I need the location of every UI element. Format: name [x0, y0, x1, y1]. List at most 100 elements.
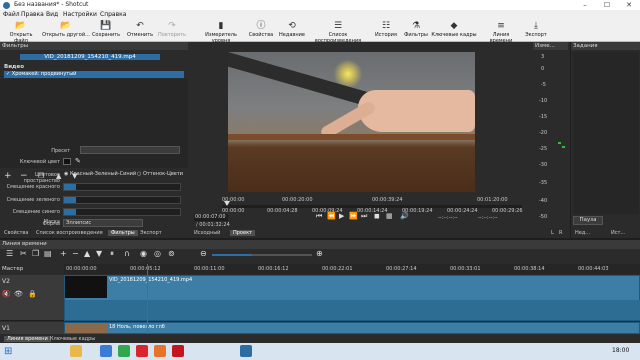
track-v2: VID_20181209_154210_419.mp4	[64, 275, 640, 321]
undo-icon: ↶	[136, 21, 144, 31]
level-meter-button[interactable]: ▮ Измеритель уровня	[196, 20, 246, 44]
skip-start-icon[interactable]: ⏮	[316, 212, 322, 221]
rewind-icon[interactable]: ⏪	[327, 212, 336, 220]
zoom-slider[interactable]	[212, 254, 312, 256]
taskbar-explorer-icon[interactable]	[70, 345, 82, 357]
redo-button[interactable]: ↷ Повторить	[157, 20, 187, 42]
lift-icon[interactable]: ▲	[84, 249, 90, 258]
copy-icon[interactable]: ❐	[32, 249, 39, 258]
open-file-button[interactable]: 📂 Открыть файл	[2, 20, 40, 44]
minimize-icon[interactable]: –	[574, 0, 596, 10]
visibility-icon[interactable]: 👁	[14, 290, 23, 298]
tab-keyframes[interactable]: Ключевые кадры	[50, 336, 95, 342]
timeline-playhead[interactable]	[147, 264, 148, 334]
tab-export[interactable]: Экспорт	[140, 230, 162, 236]
close-icon[interactable]: ✕	[618, 0, 640, 10]
form-select[interactable]: Эллипсис	[63, 219, 143, 227]
snap-icon[interactable]: ∩	[124, 249, 130, 258]
volume-icon[interactable]: 🔊	[400, 212, 409, 220]
filter-clip-name: VID_20181209_154210_419.mp4	[20, 54, 160, 60]
append-icon[interactable]: +	[60, 249, 67, 258]
filter-list-area	[0, 79, 188, 168]
tab-filters[interactable]: Фильтры	[108, 230, 138, 236]
preset-select[interactable]	[80, 146, 180, 154]
menu-icon[interactable]: ☰	[6, 249, 13, 258]
play-icon[interactable]: ▶	[339, 212, 344, 220]
eyedropper-icon[interactable]: ✎	[75, 157, 81, 165]
open-other-button[interactable]: 📂 Открыть другой...	[42, 20, 90, 42]
ripple-icon[interactable]: ◎	[154, 249, 161, 258]
shift-green-slider[interactable]	[63, 196, 181, 204]
tab-properties[interactable]: Свойства	[4, 230, 28, 236]
scrub-icon[interactable]: ◉	[140, 249, 147, 258]
taskbar-yandex-icon[interactable]	[136, 345, 148, 357]
toggle-zoom-icon[interactable]: ◼	[374, 212, 380, 220]
keyframes-button[interactable]: ◆ Ключевые кадры	[431, 20, 477, 42]
clip-v1[interactable]: 18 Ноль, повезло глб	[64, 322, 640, 334]
key-color-swatch[interactable]	[63, 158, 71, 165]
tab-timeline[interactable]: Линия времени	[4, 336, 51, 342]
skip-end-icon[interactable]: ⏭	[361, 212, 367, 221]
zoom-in-icon[interactable]: ⊕	[316, 249, 323, 258]
cut-icon[interactable]: ✂	[20, 249, 27, 258]
timeline-header: Линия времени	[0, 240, 640, 249]
remove-icon[interactable]: −	[72, 249, 79, 258]
save-button[interactable]: 💾 Сохранить	[91, 20, 121, 42]
menu-edit[interactable]: Правка	[21, 11, 44, 18]
color-space-rgb-radio[interactable]: ◉ Красный-Зеленый-Синий	[64, 171, 136, 177]
shift-blue-label: Смещение синего	[12, 209, 60, 215]
history-button[interactable]: ☷ История	[372, 20, 400, 42]
recent-button[interactable]: ⟲ Недавние	[277, 20, 307, 42]
clip-v2[interactable]: VID_20181209_154210_419.mp4	[64, 275, 640, 321]
history-icon: ☷	[381, 21, 391, 31]
shift-red-slider[interactable]	[63, 183, 181, 191]
pause-button[interactable]: Пауза	[573, 216, 603, 225]
grid-icon[interactable]: ▦	[386, 212, 393, 220]
out-point: --:--:--:--	[478, 215, 498, 221]
paste-icon[interactable]: ▤	[44, 249, 52, 258]
audio-meter-panel: Изме... 3 0 -5 -10 -15 -20 -25 -30 -35 -…	[533, 42, 568, 238]
timeline-panel: Линия времени ☰ ✂ ❐ ▤ + − ▲ ▼ ⏸ ∩ ◉ ◎ ⊚ …	[0, 240, 640, 343]
menu-help[interactable]: Справка	[100, 11, 126, 18]
timeline-button[interactable]: ≡ Линия времени	[481, 20, 521, 44]
player-playhead[interactable]	[224, 201, 230, 206]
taskbar: ⊞ 18:00	[0, 343, 640, 360]
overwrite-icon[interactable]: ▼	[96, 249, 102, 258]
color-space-hue-radio[interactable]: ○ Оттенок-Цвети	[137, 171, 183, 177]
tab-playlist[interactable]: Список воспроизведения	[36, 230, 103, 236]
start-icon[interactable]: ⊞	[4, 346, 12, 357]
shift-blue-slider[interactable]	[63, 208, 181, 216]
zoom-out-icon[interactable]: ⊖	[200, 249, 207, 258]
menu-file[interactable]: Файл	[3, 11, 20, 18]
export-button[interactable]: ⤓ Экспорт	[523, 20, 549, 42]
properties-button[interactable]: ⓘ Свойства	[247, 20, 275, 42]
filter-item-chroma[interactable]: ✓ Хромакей: продвинутый	[4, 71, 184, 78]
tab-project[interactable]: Проект	[230, 230, 256, 236]
taskbar-browser-icon[interactable]	[118, 345, 130, 357]
tab-recent[interactable]: Нед...	[575, 230, 590, 236]
timeline-icon: ≡	[497, 21, 505, 31]
shift-red-label: Смещение красного	[6, 184, 60, 190]
undo-button[interactable]: ↶ Отменить	[125, 20, 155, 42]
lock-icon[interactable]: 🔒	[28, 290, 37, 298]
split-icon[interactable]: ⏸	[110, 249, 114, 259]
menu-settings[interactable]: Настройки	[63, 11, 97, 18]
taskbar-shotcut-icon[interactable]	[240, 345, 252, 357]
taskbar-firefox-icon[interactable]	[154, 345, 166, 357]
ripple-all-icon[interactable]: ⊚	[168, 249, 175, 258]
tab-source[interactable]: Исходный	[194, 230, 220, 236]
fast-forward-icon[interactable]: ⏩	[349, 212, 358, 220]
playlist-button[interactable]: ☰ Список воспроизведения	[307, 20, 369, 44]
taskbar-media-icon[interactable]	[100, 345, 112, 357]
menu-view[interactable]: Вид	[46, 11, 58, 18]
maximize-icon[interactable]: ☐	[596, 0, 618, 10]
player-panel: 00:00:00 00:00:20:00 00:00:39:24 00:01:2…	[188, 42, 533, 238]
filters-button[interactable]: ⚗ Фильтры	[402, 20, 430, 42]
tab-history[interactable]: Ист...	[611, 230, 625, 236]
taskbar-opera-icon[interactable]	[172, 345, 184, 357]
current-time[interactable]: 00:00:07:00	[194, 214, 228, 221]
track-header-v1: V1	[0, 322, 64, 334]
mute-icon[interactable]: 🔇	[2, 290, 11, 298]
redo-icon: ↷	[168, 21, 176, 31]
timeline-toolbar: ☰ ✂ ❐ ▤ + − ▲ ▼ ⏸ ∩ ◉ ◎ ⊚ ⊖ ⊕	[0, 249, 640, 262]
